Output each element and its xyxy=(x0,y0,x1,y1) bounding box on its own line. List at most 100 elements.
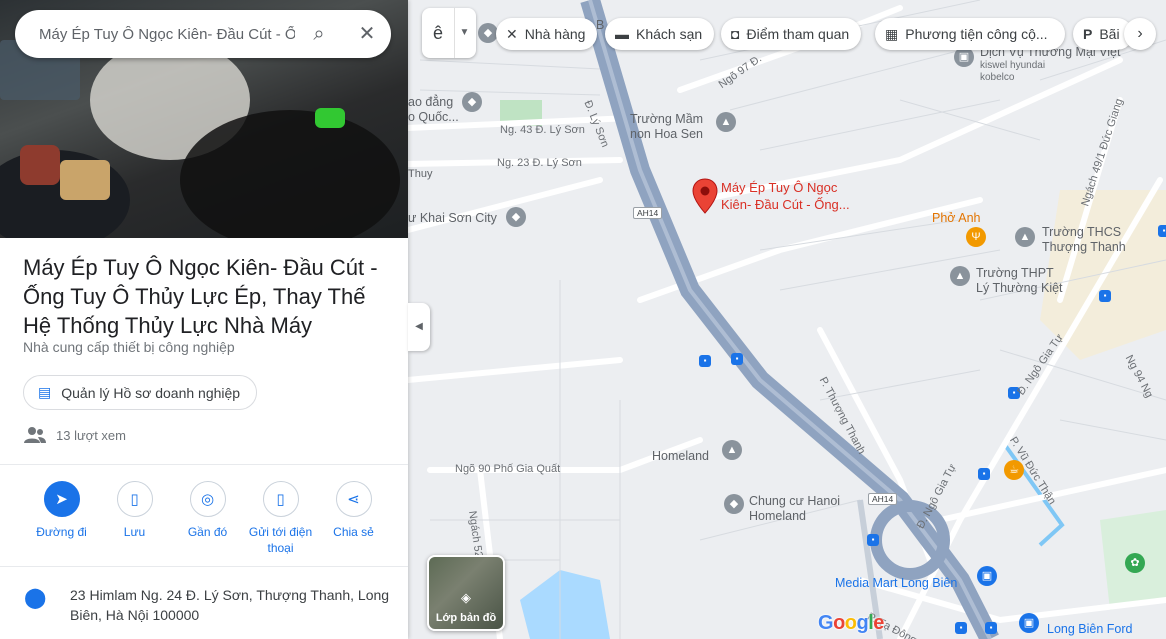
poi-label[interactable]: Lý Thường Kiệt xyxy=(976,281,1063,295)
poi-icon[interactable]: ◆ xyxy=(462,92,482,112)
map-type-icon: ê xyxy=(432,22,443,43)
park-icon[interactable]: ✿ xyxy=(1125,553,1145,573)
poi-label[interactable]: ư Khai Sơn City xyxy=(408,211,497,225)
poi-icon[interactable]: ◆ xyxy=(506,207,526,227)
shop-icon[interactable]: ▣ xyxy=(954,47,974,67)
highway-shield: AH14 xyxy=(868,493,898,505)
road-label: Thuy xyxy=(408,168,433,180)
poi-icon[interactable]: ◆ xyxy=(724,494,744,514)
chip-transit[interactable]: ▦ Phương tiện công cộ... xyxy=(875,18,1065,50)
action-label: Lưu xyxy=(123,525,146,539)
school-icon[interactable]: ▲ xyxy=(722,440,742,460)
train-icon: ▦ xyxy=(885,25,899,42)
bus-stop-icon[interactable]: ▪ xyxy=(955,622,967,634)
people-icon xyxy=(24,427,46,443)
poi-label[interactable]: non Hoa Sen xyxy=(630,127,703,141)
action-label: Gửi tới điện thoại xyxy=(248,525,313,555)
chevron-right-icon[interactable]: › xyxy=(1124,18,1156,50)
bookmark-icon: ▯ xyxy=(116,481,153,517)
poi-label[interactable]: Homeland xyxy=(652,449,709,463)
nearby-icon: ◎ xyxy=(189,481,226,517)
poi-label[interactable]: Chung cư Hanoi xyxy=(749,494,840,508)
bus-stop-icon[interactable]: ▪ xyxy=(978,468,990,480)
bus-stop-icon[interactable]: ▪ xyxy=(985,622,997,634)
manage-profile-button[interactable]: ▤ Quản lý Hồ sơ doanh nghiệp xyxy=(23,375,258,410)
collapse-panel-button[interactable]: ◀ xyxy=(408,303,430,351)
poi-label[interactable]: Media Mart Long Biên xyxy=(835,576,957,590)
chip-attractions[interactable]: ◘ Điểm tham quan xyxy=(721,18,862,50)
place-panel: Máy Ép Tuy Ô Ngọc Kiên- Đầu Cút - Ố ⌕ ✕ … xyxy=(0,0,408,639)
chip-label: Phương tiện công cộ... xyxy=(905,26,1048,42)
place-category[interactable]: Nhà cung cấp thiết bị công nghiệp xyxy=(23,339,235,355)
road-label: Ng. 43 Đ. Lý Sơn xyxy=(500,124,585,136)
divider xyxy=(0,566,408,567)
address-text[interactable]: 23 Himlam Ng. 24 Đ. Lý Sơn, Thượng Thanh… xyxy=(70,585,390,625)
search-input[interactable]: Máy Ép Tuy Ô Ngọc Kiên- Đầu Cút - Ố xyxy=(39,26,295,43)
car-dealer-icon[interactable]: ▣ xyxy=(1019,613,1039,633)
bus-stop-icon[interactable]: ▪ xyxy=(1158,225,1166,237)
fork-knife-icon: ✕ xyxy=(506,25,518,42)
camera-icon: ◘ xyxy=(731,26,740,42)
parking-icon: P xyxy=(1083,26,1093,42)
divider xyxy=(0,464,408,465)
poi-label[interactable]: Long Biên Ford xyxy=(1047,622,1132,636)
action-label: Gần đó xyxy=(187,525,228,539)
poi-label[interactable]: Phở Anh xyxy=(932,211,981,225)
highway-shield: AH14 xyxy=(633,207,663,219)
action-bar: ➤ Đường đi ▯ Lưu ◎ Gần đó ▯ Gửi tới điện… xyxy=(25,481,390,556)
bus-stop-icon[interactable]: ▪ xyxy=(1099,290,1111,302)
poi-label[interactable]: o Quốc... xyxy=(408,110,459,124)
directions-icon: ➤ xyxy=(43,481,80,517)
poi-label[interactable]: Thượng Thanh xyxy=(1042,240,1126,254)
bus-stop-icon[interactable]: ▪ xyxy=(867,534,879,546)
poi-label[interactable]: Homeland xyxy=(749,509,806,523)
action-label: Chia sẻ xyxy=(333,525,374,539)
place-marker-icon[interactable] xyxy=(692,178,718,214)
poi-label[interactable]: ao đẳng xyxy=(408,95,453,109)
chip-restaurants[interactable]: ✕ Nhà hàng xyxy=(496,18,598,50)
school-icon[interactable]: ▲ xyxy=(716,112,736,132)
marker-label-line2[interactable]: Kiên- Đầu Cút - Ống... xyxy=(721,197,850,213)
location-pin-icon: ⬤ xyxy=(24,587,47,609)
storefront-icon: ▤ xyxy=(38,384,52,400)
chip-label: Khách sạn xyxy=(636,26,703,42)
nearby-button[interactable]: ◎ Gần đó xyxy=(171,481,244,556)
layers-icon: ◈ xyxy=(461,590,471,605)
search-bar[interactable]: Máy Ép Tuy Ô Ngọc Kiên- Đầu Cút - Ố ⌕ ✕ xyxy=(15,10,391,58)
bus-stop-icon[interactable]: ▪ xyxy=(731,353,743,365)
restaurant-icon[interactable]: Ψ xyxy=(966,227,986,247)
poi-label: kobelco xyxy=(980,72,1015,83)
school-icon[interactable]: ▲ xyxy=(1015,227,1035,247)
map-type-toggle[interactable]: ê ▼ xyxy=(422,8,476,58)
poi-label: kiswel hyundai xyxy=(980,60,1046,71)
close-icon[interactable]: ✕ xyxy=(343,10,391,58)
map-label: B xyxy=(596,18,605,32)
layers-button[interactable]: ◈ Lớp bản đồ xyxy=(427,555,505,631)
views-count: 13 lượt xem xyxy=(23,426,126,444)
poi-label[interactable]: Trường Mầm xyxy=(630,112,703,126)
search-icon[interactable]: ⌕ xyxy=(295,10,343,58)
chip-label: Nhà hàng xyxy=(524,26,586,42)
save-button[interactable]: ▯ Lưu xyxy=(98,481,171,556)
share-icon: ⋖ xyxy=(335,481,372,517)
shopping-icon[interactable]: ▣ xyxy=(977,566,997,586)
poi-label[interactable]: Trường THPT xyxy=(976,266,1054,280)
manage-profile-label: Quản lý Hồ sơ doanh nghiệp xyxy=(61,384,241,401)
directions-button[interactable]: ➤ Đường đi xyxy=(25,481,98,556)
send-to-phone-button[interactable]: ▯ Gửi tới điện thoại xyxy=(244,481,317,556)
road-label: Ng. 23 Đ. Lý Sơn xyxy=(497,157,582,169)
place-title: Máy Ép Tuy Ô Ngọc Kiên- Đầu Cút - Ống Tu… xyxy=(23,255,378,338)
poi-icon[interactable]: ◆ xyxy=(478,23,498,43)
poi-label[interactable]: Trường THCS xyxy=(1042,225,1121,239)
action-label: Đường đi xyxy=(36,525,87,539)
marker-label[interactable]: Máy Ép Tuy Ô Ngọc xyxy=(721,180,837,196)
chip-label: Điểm tham quan xyxy=(746,26,850,42)
chip-hotels[interactable]: ▬ Khách sạn xyxy=(605,18,715,50)
bed-icon: ▬ xyxy=(615,26,629,42)
chevron-down-icon[interactable]: ▼ xyxy=(454,8,474,58)
share-button[interactable]: ⋖ Chia sẻ xyxy=(317,481,390,556)
bus-stop-icon[interactable]: ▪ xyxy=(699,355,711,367)
school-icon[interactable]: ▲ xyxy=(950,266,970,286)
road-label: Ngõ 90 Phố Gia Quất xyxy=(455,463,561,475)
address-row[interactable]: ⬤ 23 Himlam Ng. 24 Đ. Lý Sơn, Thượng Tha… xyxy=(0,585,408,625)
